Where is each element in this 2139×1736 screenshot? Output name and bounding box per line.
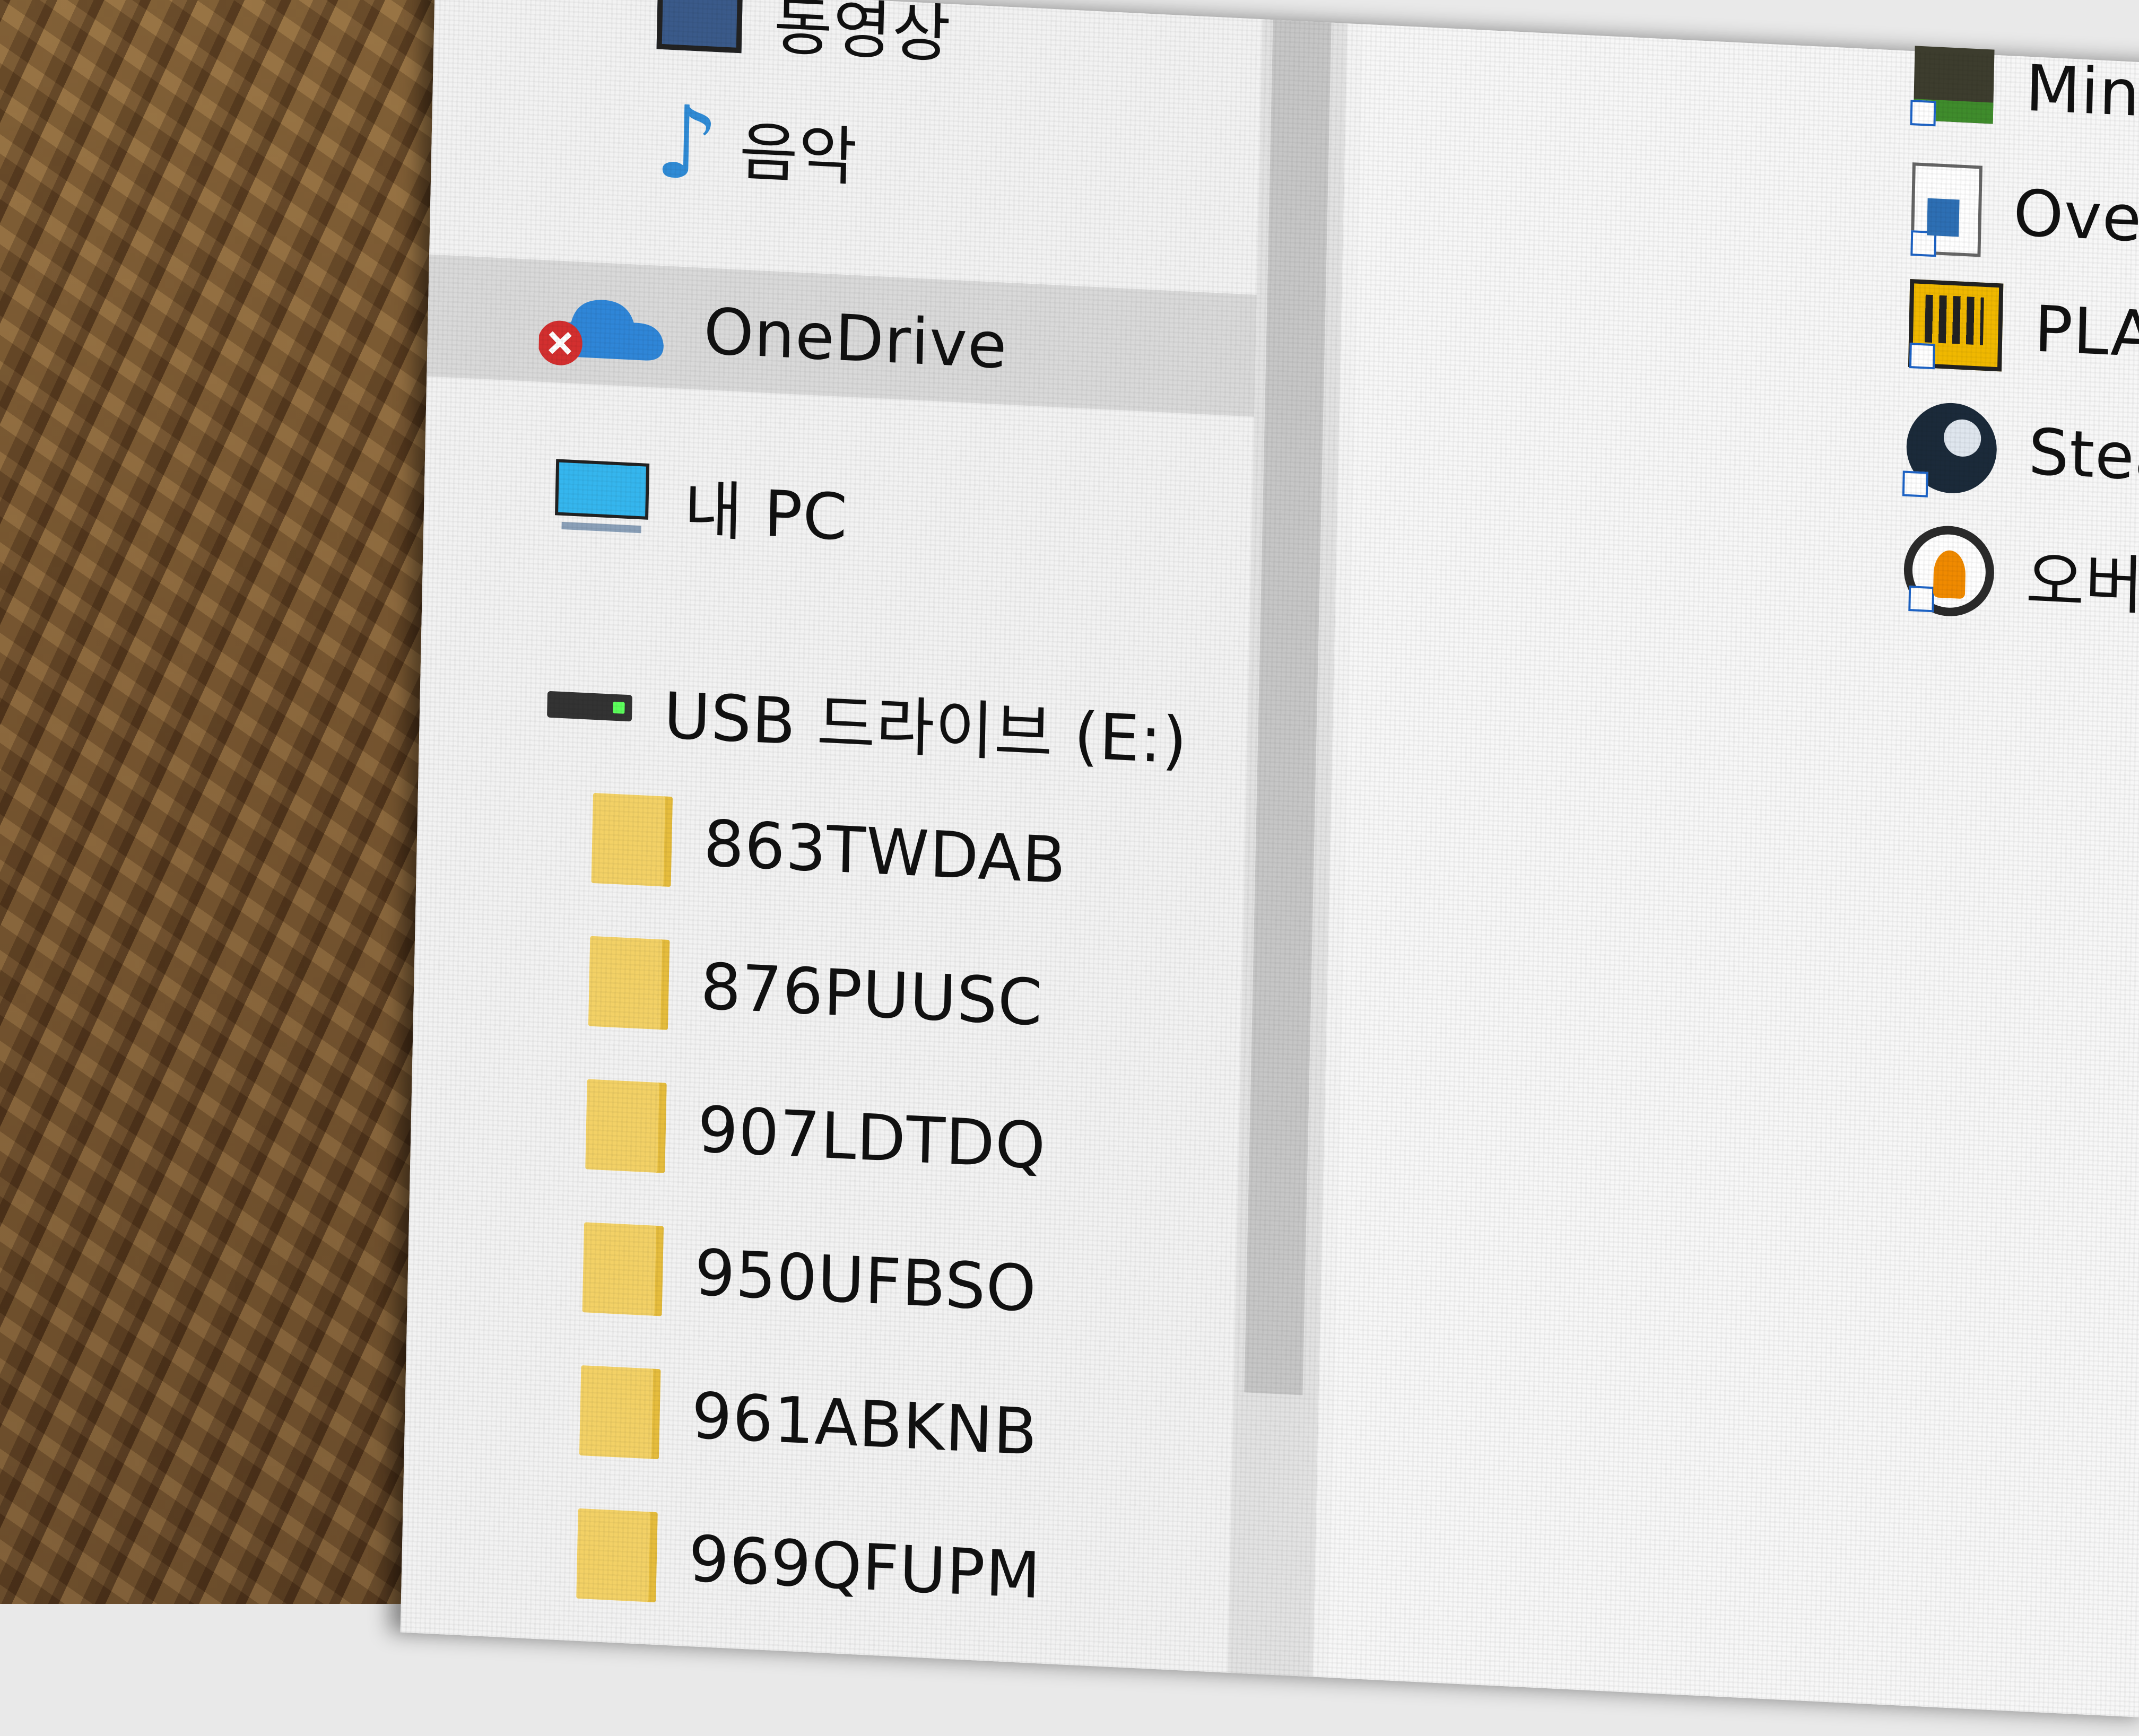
folder-label: 950UFBSO bbox=[693, 1236, 1038, 1327]
folder-item[interactable]: 876PUUSC bbox=[588, 936, 1044, 1049]
folder-icon bbox=[579, 1365, 661, 1460]
content-pane: Minecraft Launc Overwatch 2018 PLAYERUNK… bbox=[1328, 24, 2139, 1718]
computer-icon bbox=[551, 458, 653, 542]
file-label: 오버워치 bbox=[2025, 544, 2139, 630]
file-item[interactable]: Minecraft Launc bbox=[1910, 46, 2139, 151]
folder-icon bbox=[576, 1508, 658, 1603]
folder-item[interactable]: 950UFBSO bbox=[582, 1222, 1038, 1334]
nav-item-label: 동영상 bbox=[773, 0, 952, 72]
file-item[interactable]: Overwatch 2018 bbox=[1910, 162, 2139, 284]
video-icon bbox=[656, 0, 743, 54]
navigation-pane: 동영상 ♪ 음악 OneDrive 내 PC USB 드라이브 (E:) 863… bbox=[400, 0, 1284, 1674]
folder-item[interactable]: 863TWDAB bbox=[591, 792, 1067, 906]
folder-icon bbox=[582, 1222, 664, 1316]
folder-item[interactable]: 961ABKNB bbox=[579, 1365, 1039, 1478]
usb-drive-icon bbox=[547, 691, 633, 722]
file-label: PLAYERUNKNOV bbox=[2033, 292, 2139, 391]
nav-item-music[interactable]: ♪ 음악 bbox=[653, 83, 858, 204]
folder-icon bbox=[588, 936, 670, 1030]
nav-item-this-pc[interactable]: 내 PC bbox=[551, 451, 849, 558]
nav-item-label: 음악 bbox=[738, 115, 858, 195]
folder-icon bbox=[591, 792, 673, 887]
file-item[interactable]: 오버워치 bbox=[1903, 523, 2139, 633]
folder-label: 907LDTDQ bbox=[697, 1093, 1047, 1184]
folder-icon bbox=[585, 1079, 667, 1173]
file-label: Overwatch 2018 bbox=[2012, 176, 2139, 276]
overwatch-shortcut-icon bbox=[1903, 524, 1995, 618]
steam-shortcut-icon bbox=[1902, 400, 1998, 498]
nav-item-label: OneDrive bbox=[703, 294, 1008, 383]
file-item[interactable]: Steam bbox=[1902, 400, 2139, 507]
nav-item-usb-drive[interactable]: USB 드라이브 (E:) bbox=[546, 658, 1188, 782]
minecraft-shortcut-icon bbox=[1910, 46, 1995, 127]
folder-label: 969QFUPM bbox=[688, 1522, 1042, 1613]
folder-label: 961ABKNB bbox=[691, 1379, 1039, 1470]
nav-item-label: 내 PC bbox=[683, 473, 849, 555]
nav-item-videos[interactable]: 동영상 bbox=[656, 0, 952, 75]
nav-item-label: USB 드라이브 (E:) bbox=[663, 679, 1188, 779]
file-label: Steam bbox=[2028, 415, 2139, 499]
file-label: Minecraft Launc bbox=[2024, 51, 2139, 151]
pubg-shortcut-icon bbox=[1908, 278, 2004, 372]
file-shortcut-icon bbox=[1910, 162, 1983, 257]
onedrive-cloud-error-icon bbox=[537, 281, 673, 372]
folder-item[interactable]: 907LDTDQ bbox=[585, 1079, 1047, 1191]
file-explorer-window: 동영상 ♪ 음악 OneDrive 내 PC USB 드라이브 (E:) 863… bbox=[400, 0, 2139, 1718]
folder-label: 863TWDAB bbox=[702, 806, 1067, 898]
file-item[interactable]: PLAYERUNKNOV bbox=[1908, 278, 2139, 398]
folder-item[interactable]: 969QFUPM bbox=[576, 1508, 1042, 1621]
folder-label: 876PUUSC bbox=[700, 949, 1044, 1040]
music-note-icon: ♪ bbox=[653, 83, 721, 204]
